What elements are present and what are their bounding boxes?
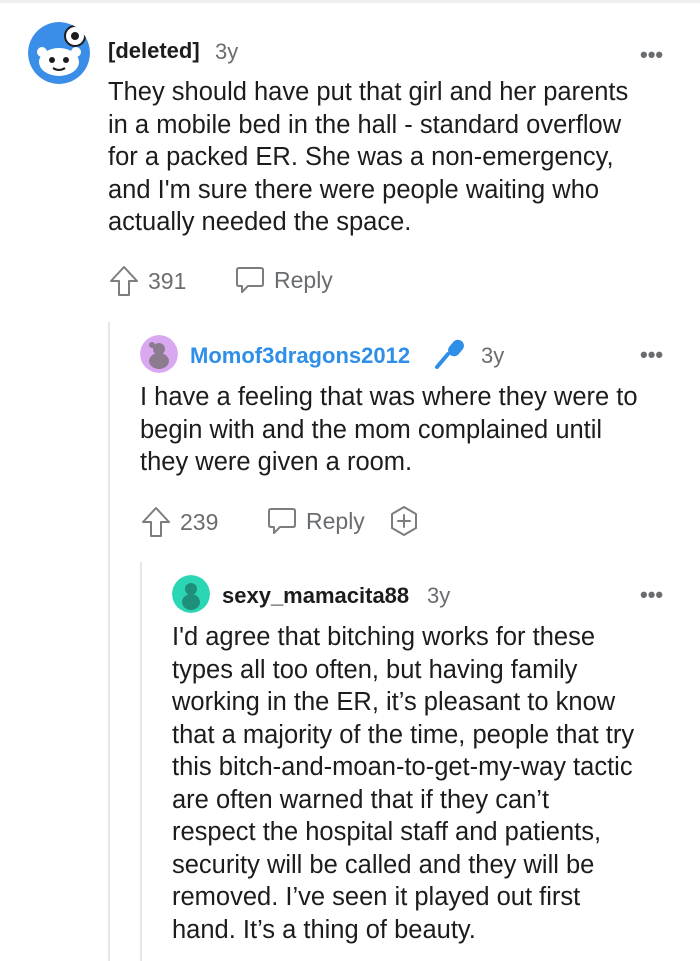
- more-options-button[interactable]: •••: [640, 42, 663, 68]
- more-icon: •••: [640, 582, 664, 607]
- reply-label: Reply: [274, 266, 333, 293]
- upvote-button[interactable]: 239: [140, 505, 218, 539]
- reply-button[interactable]: Reply: [266, 505, 365, 537]
- comment-username[interactable]: Momof3dragons2012: [190, 343, 410, 369]
- reply-icon: [268, 508, 296, 534]
- award-button[interactable]: [388, 505, 420, 542]
- upvote-icon: [110, 266, 138, 296]
- reply-icon: [236, 267, 264, 293]
- microphone-icon: [432, 336, 468, 377]
- upvote-icon: [142, 507, 170, 537]
- more-options-button[interactable]: •••: [640, 342, 663, 368]
- comment-age: 3y: [427, 583, 451, 608]
- comment-username[interactable]: [deleted]: [108, 38, 200, 64]
- avatar-momof3dragons2012[interactable]: [140, 335, 178, 373]
- upvote-button[interactable]: 391: [108, 264, 186, 298]
- thread-line-level-1: [108, 322, 110, 961]
- comment-body: I have a feeling that was where they wer…: [140, 383, 638, 476]
- more-options-button[interactable]: •••: [640, 582, 663, 608]
- comment-body: I'd agree that bitching works for these …: [172, 623, 635, 944]
- top-divider: [0, 0, 700, 3]
- comment-age: 3y: [481, 343, 505, 368]
- more-icon: •••: [640, 42, 664, 67]
- avatar-deleted-user[interactable]: [28, 22, 90, 84]
- comment-username[interactable]: sexy_mamacita88: [222, 583, 409, 609]
- award-plus-icon: [391, 506, 417, 536]
- reply-button[interactable]: Reply: [234, 264, 333, 296]
- more-icon: •••: [640, 342, 664, 367]
- thread-line-level-2: [140, 562, 142, 961]
- comment-body: They should have put that girl and her p…: [108, 78, 629, 236]
- vote-count: 391: [148, 267, 187, 294]
- vote-count: 239: [180, 508, 219, 535]
- reply-label: Reply: [306, 507, 365, 534]
- avatar-sexy-mamacita88[interactable]: [172, 575, 210, 613]
- comment-age: 3y: [215, 39, 239, 64]
